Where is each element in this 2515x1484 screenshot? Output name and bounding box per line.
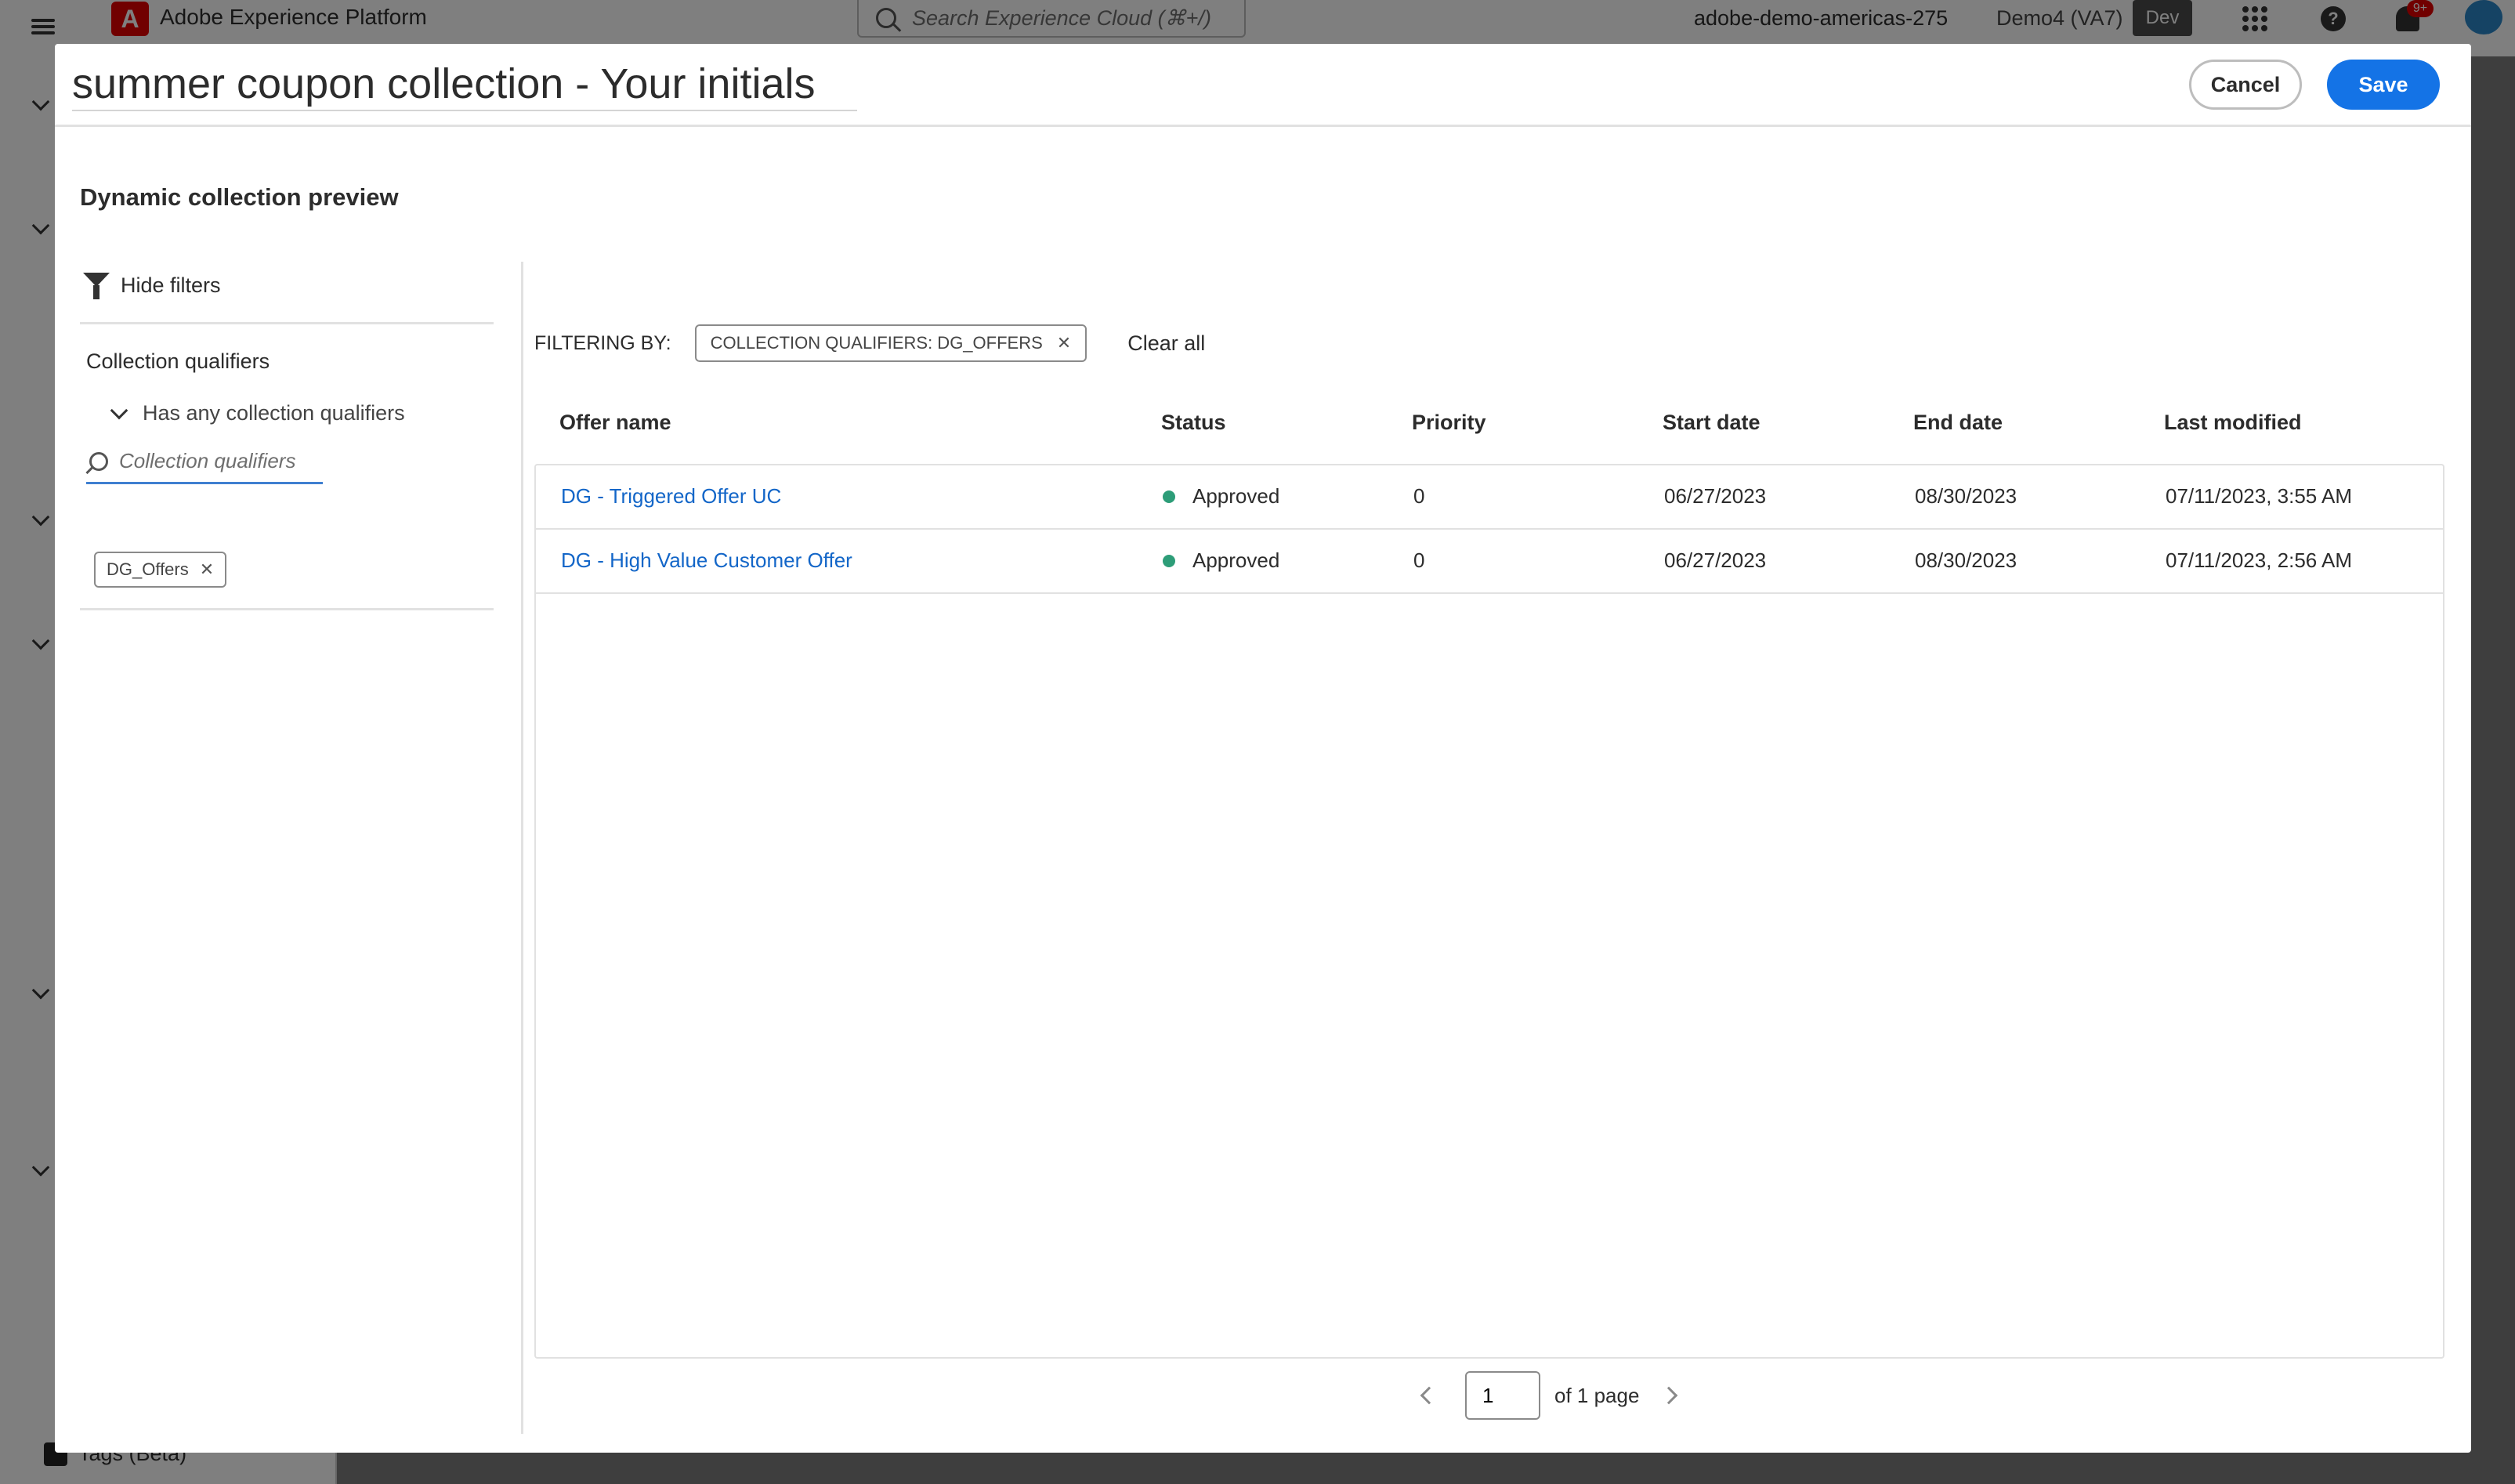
filter-icon [83, 272, 110, 299]
filters-panel: Hide filters Collection qualifiers Has a… [80, 262, 523, 1434]
chevron-left-icon[interactable] [1420, 1386, 1438, 1405]
qualifiers-search[interactable] [86, 440, 323, 484]
column-header[interactable]: Status [1161, 411, 1226, 435]
offer-name-link[interactable]: DG - High Value Customer Offer [561, 548, 852, 573]
status-cell: Approved [1163, 484, 1279, 509]
table-row[interactable]: DG - High Value Customer Offer Approved … [536, 530, 2443, 594]
start-date-cell: 06/27/2023 [1664, 548, 1767, 572]
status-label: Approved [1192, 548, 1280, 572]
column-header[interactable]: Last modified [2164, 411, 2302, 435]
qualifiers-search-input[interactable] [119, 449, 307, 473]
column-header[interactable]: Priority [1412, 411, 1486, 435]
hide-filters-label: Hide filters [121, 273, 221, 297]
column-header[interactable]: Offer name [559, 411, 671, 435]
column-header[interactable]: Start date [1663, 411, 1760, 435]
chip-label: DG_Offers [107, 559, 189, 579]
chevron-down-icon [110, 401, 128, 419]
has-any-label: Has any collection qualifiers [143, 401, 405, 425]
divider [80, 608, 494, 610]
section-title: Dynamic collection preview [80, 183, 399, 211]
column-header[interactable]: End date [1913, 411, 2003, 435]
end-date-cell: 08/30/2023 [1915, 484, 2017, 508]
priority-cell: 0 [1413, 548, 1425, 572]
status-dot-icon [1163, 490, 1175, 503]
table-row[interactable]: DG - Triggered Offer UC Approved 0 06/27… [536, 465, 2443, 530]
filter-bar: FILTERING BY: COLLECTION QUALIFIERS: DG_… [534, 324, 1205, 362]
active-filter-pill: COLLECTION QUALIFIERS: DG_OFFERS ✕ [694, 324, 1087, 362]
status-cell: Approved [1163, 548, 1279, 573]
qualifiers-heading: Collection qualifiers [86, 349, 270, 373]
offer-name-link[interactable]: DG - Triggered Offer UC [561, 484, 781, 509]
last-modified-cell: 07/11/2023, 3:55 AM [2166, 484, 2353, 508]
collection-name-field[interactable]: summer coupon collection - Your initials [72, 60, 857, 111]
search-icon [89, 451, 108, 471]
status-label: Approved [1192, 484, 1280, 508]
clear-all-link[interactable]: Clear all [1127, 331, 1205, 356]
end-date-cell: 08/30/2023 [1915, 548, 2017, 572]
status-dot-icon [1163, 554, 1175, 567]
table-header: Offer name Status Priority Start date En… [534, 411, 2443, 447]
last-modified-cell: 07/11/2023, 2:56 AM [2166, 548, 2353, 572]
remove-filter-icon[interactable]: ✕ [1057, 333, 1071, 353]
cancel-button[interactable]: Cancel [2189, 60, 2302, 110]
remove-chip-icon[interactable]: ✕ [200, 559, 214, 580]
offers-table: DG - Triggered Offer UC Approved 0 06/27… [534, 464, 2444, 1359]
save-button[interactable]: Save [2327, 60, 2440, 110]
modal-header: summer coupon collection - Your initials… [55, 44, 2471, 127]
page-count-label: of 1 page [1554, 1383, 1640, 1407]
selected-qualifier-chip: DG_Offers ✕ [94, 552, 227, 588]
start-date-cell: 06/27/2023 [1664, 484, 1767, 508]
priority-cell: 0 [1413, 484, 1425, 508]
filter-pill-label: COLLECTION QUALIFIERS: DG_OFFERS [710, 333, 1043, 353]
chevron-right-icon[interactable] [1660, 1386, 1678, 1405]
collection-modal: summer coupon collection - Your initials… [55, 44, 2471, 1453]
pagination: of 1 page [1420, 1371, 1678, 1420]
has-any-qualifiers-toggle[interactable]: Has any collection qualifiers [110, 401, 405, 425]
page-number-input[interactable] [1465, 1371, 1540, 1420]
filtering-label: FILTERING BY: [534, 331, 671, 354]
hide-filters-button[interactable]: Hide filters [80, 262, 494, 324]
